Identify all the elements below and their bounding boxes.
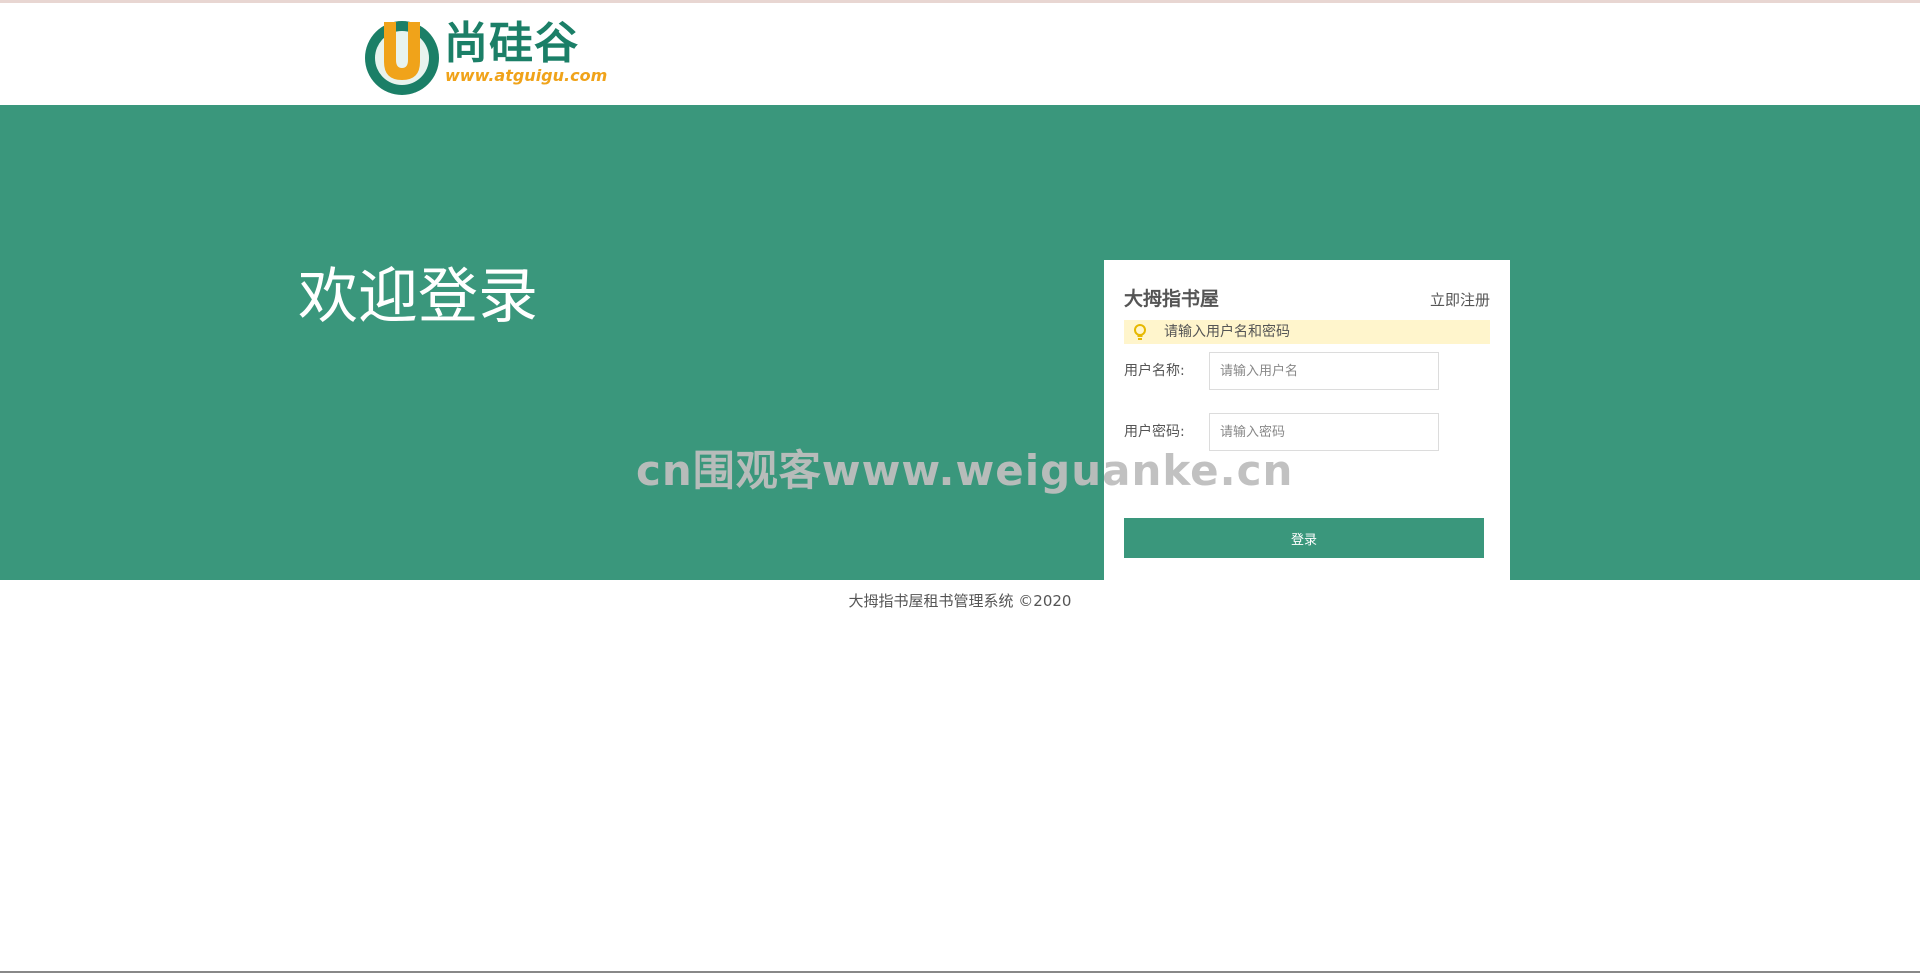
site-name: 大拇指书屋 — [1124, 288, 1220, 310]
logo-url: www.atguigu.com — [445, 66, 608, 85]
lightbulb-icon — [1134, 324, 1146, 340]
login-button[interactable]: 登录 — [1124, 518, 1484, 558]
login-banner: 欢迎登录 大拇指书屋 立即注册 请输入用户名和密码 用户名称: 用户密码: 登录… — [0, 105, 1920, 620]
tip-text: 请输入用户名和密码 — [1164, 324, 1290, 340]
welcome-heading: 欢迎登录 — [298, 262, 538, 332]
register-link[interactable]: 立即注册 — [1430, 289, 1490, 311]
site-logo[interactable]: 尚硅谷 www.atguigu.com — [362, 16, 612, 96]
watermark-text: cn围观客www.weiguanke.cn — [636, 446, 1294, 495]
login-form: 大拇指书屋 立即注册 请输入用户名和密码 用户名称: 用户密码: 登录 — [1104, 260, 1510, 620]
page-header: 尚硅谷 www.atguigu.com — [0, 3, 1920, 105]
footer-copyright: 大拇指书屋租书管理系统 ©2020 — [848, 592, 1072, 610]
username-input[interactable] — [1209, 352, 1439, 390]
tip-bar: 请输入用户名和密码 — [1124, 320, 1490, 344]
username-label: 用户名称: — [1124, 363, 1185, 379]
logo-wordmark: 尚硅谷 — [444, 18, 579, 69]
logo-u-icon — [365, 21, 439, 95]
password-label: 用户密码: — [1124, 424, 1185, 440]
